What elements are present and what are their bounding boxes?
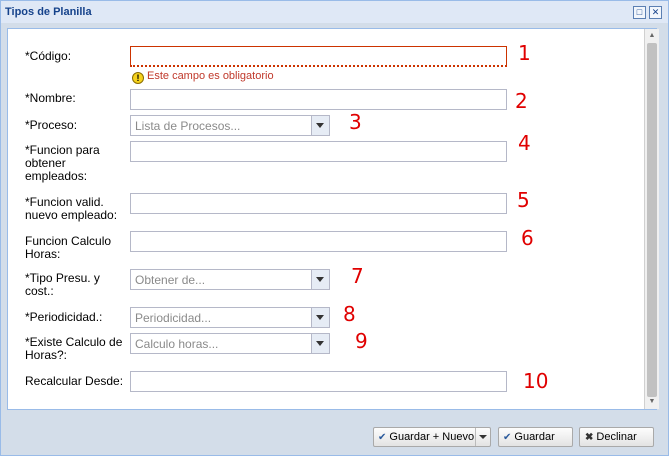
annotation-4: 4 — [518, 131, 531, 155]
funcion-empleados-input[interactable] — [130, 141, 507, 162]
funcion-horas-input[interactable] — [130, 231, 507, 252]
annotation-8: 8 — [343, 302, 356, 326]
annotation-6: 6 — [521, 226, 534, 250]
window-titlebar: Tipos de Planilla □ ✕ — [1, 1, 668, 23]
chevron-down-icon[interactable] — [311, 334, 329, 353]
scroll-up-icon[interactable]: ▲ — [647, 31, 657, 41]
codigo-error: ! Este campo es obligatorio — [132, 70, 274, 84]
annotation-5: 5 — [517, 188, 530, 212]
funcion-empleados-label: *Funcion para obtener empleados: — [25, 143, 100, 183]
scrollbar-thumb[interactable] — [647, 43, 657, 397]
chevron-down-icon[interactable] — [311, 270, 329, 289]
guardar-nuevo-label: Guardar + Nuevo — [389, 431, 475, 443]
existe-calculo-placeholder: Calculo horas... — [135, 337, 219, 351]
annotation-2: 2 — [515, 89, 528, 113]
annotation-9: 9 — [355, 329, 368, 353]
proceso-label: *Proceso: — [25, 118, 78, 132]
annotation-3: 3 — [349, 110, 362, 134]
recalcular-input[interactable] — [130, 371, 507, 392]
periodicidad-combo[interactable]: Periodicidad... — [130, 307, 330, 328]
check-icon: ✔ — [503, 432, 512, 443]
proceso-combo[interactable]: Lista de Procesos... — [130, 115, 330, 136]
annotation-7: 7 — [351, 264, 364, 288]
check-icon: ✔ — [378, 432, 387, 443]
guardar-label: Guardar — [514, 431, 555, 443]
tipo-presu-label: *Tipo Presu. y cost.: — [25, 271, 100, 298]
window-title: Tipos de Planilla — [5, 6, 92, 18]
tipo-presu-placeholder: Obtener de... — [135, 273, 206, 287]
tipos-planilla-window: Tipos de Planilla □ ✕ ▲ ▼ *Código: ! Este… — [0, 0, 669, 456]
vertical-scrollbar[interactable]: ▲ ▼ — [644, 29, 659, 409]
split-dropdown-icon[interactable] — [475, 428, 490, 446]
declinar-button[interactable]: ✖ Declinar — [579, 427, 654, 447]
funcion-valid-input[interactable] — [130, 193, 507, 214]
existe-calculo-combo[interactable]: Calculo horas... — [130, 333, 330, 354]
nombre-label: *Nombre: — [25, 91, 76, 105]
guardar-button[interactable]: ✔ Guardar — [498, 427, 573, 447]
close-icon: ✖ — [585, 432, 594, 443]
close-icon[interactable]: ✕ — [649, 6, 662, 19]
proceso-placeholder: Lista de Procesos... — [135, 119, 241, 133]
codigo-input[interactable] — [130, 46, 507, 67]
funcion-horas-label: Funcion Calculo Horas: — [25, 234, 112, 261]
recalcular-label: Recalcular Desde: — [25, 374, 124, 388]
nombre-input[interactable] — [130, 89, 507, 110]
funcion-valid-label: *Funcion valid. nuevo empleado: — [25, 195, 118, 222]
tipo-presu-combo[interactable]: Obtener de... — [130, 269, 330, 290]
codigo-label: *Código: — [25, 49, 72, 63]
annotation-1: 1 — [518, 41, 531, 65]
periodicidad-placeholder: Periodicidad... — [135, 311, 212, 325]
scroll-down-icon[interactable]: ▼ — [647, 397, 657, 407]
warning-icon: ! — [132, 72, 144, 84]
chevron-down-icon[interactable] — [311, 308, 329, 327]
maximize-icon[interactable]: □ — [633, 6, 646, 19]
codigo-error-text: Este campo es obligatorio — [147, 70, 274, 82]
declinar-label: Declinar — [596, 431, 637, 443]
chevron-down-icon[interactable] — [311, 116, 329, 135]
guardar-nuevo-button[interactable]: ✔ Guardar + Nuevo — [373, 427, 491, 447]
periodicidad-label: *Periodicidad.: — [25, 310, 103, 324]
existe-calculo-label: *Existe Calculo de Horas?: — [25, 335, 123, 362]
annotation-10: 10 — [523, 369, 549, 393]
